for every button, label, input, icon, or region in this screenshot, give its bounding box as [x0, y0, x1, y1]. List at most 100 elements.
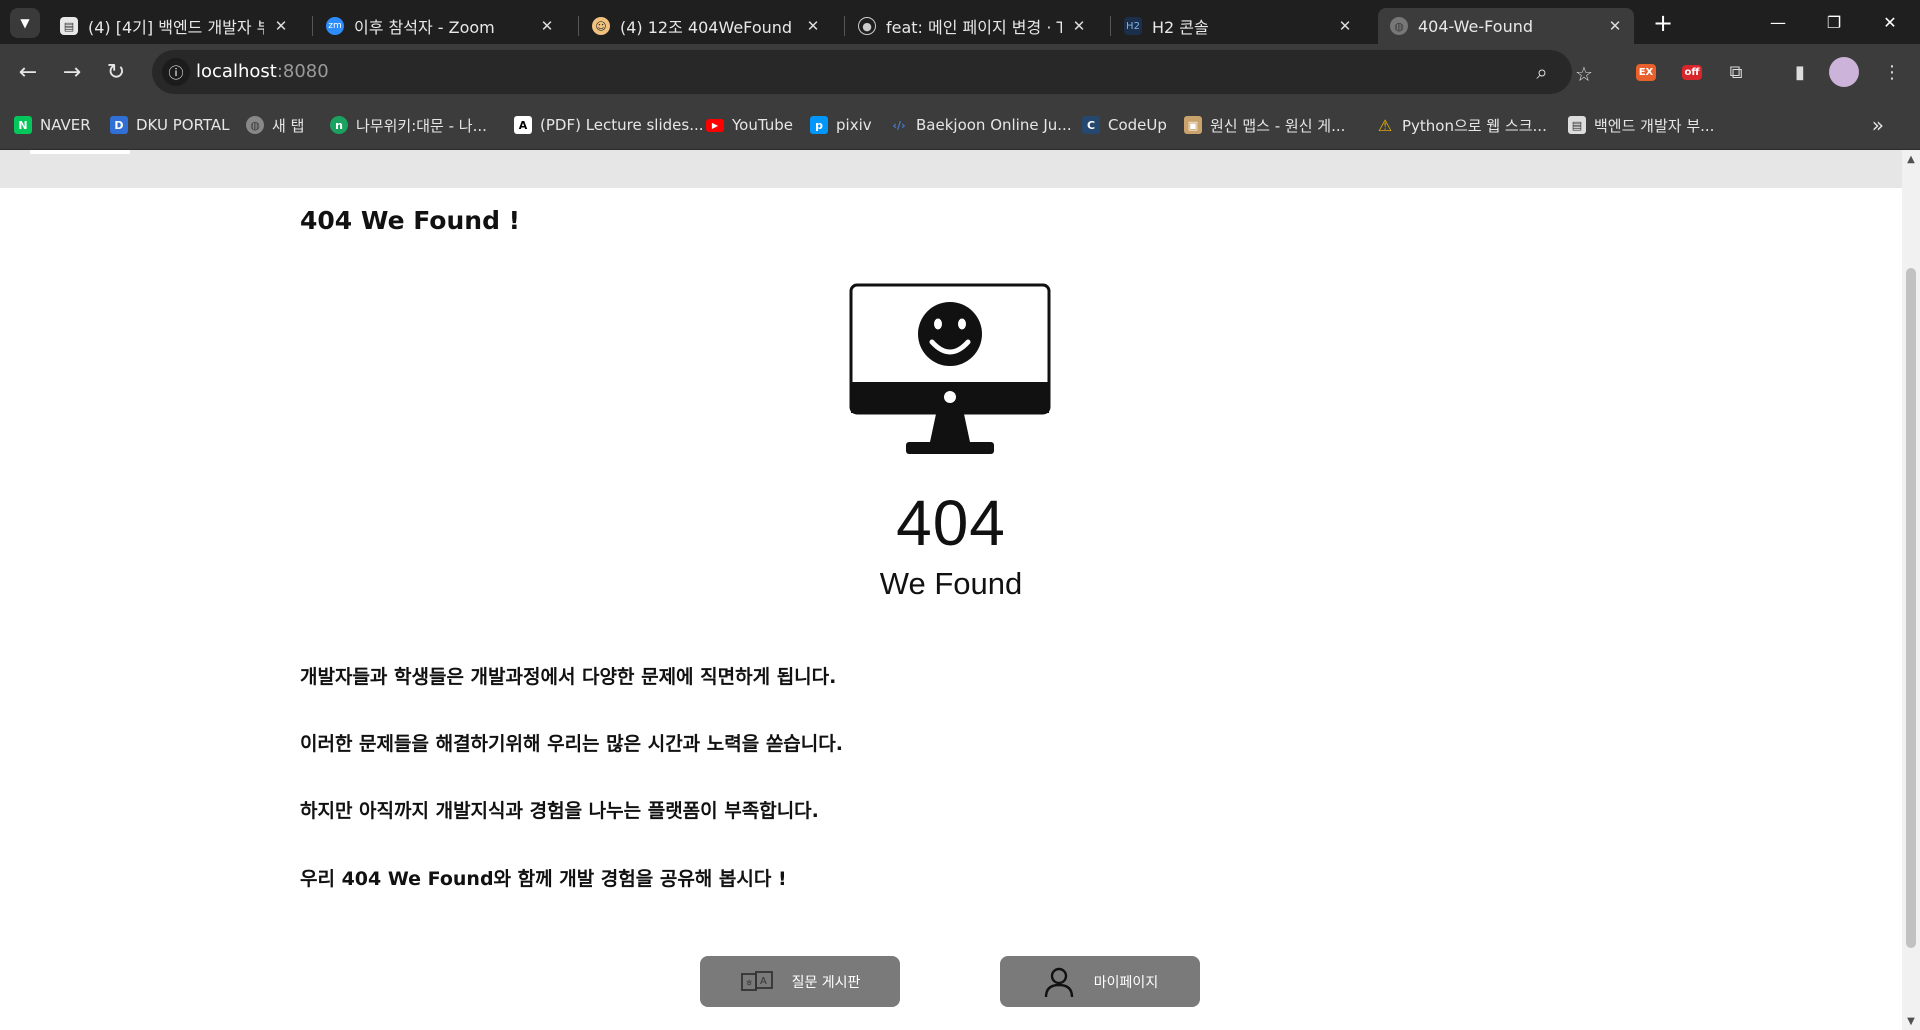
- my-page-label: 마이페이지: [1093, 974, 1159, 991]
- extension-off-icon[interactable]: off: [1676, 56, 1708, 88]
- intro-paragraph-1: 개발자들과 학생들은 개발과정에서 다양한 문제에 직면하게 됩니다.: [300, 666, 837, 688]
- github-icon: ●: [858, 17, 876, 35]
- new-tab-button[interactable]: +: [1650, 9, 1676, 37]
- extensions-puzzle-icon[interactable]: ⧉: [1720, 56, 1752, 88]
- question-board-button[interactable]: Aㅎ 질문 게시판: [700, 956, 900, 1007]
- doc-icon: ▤: [1568, 116, 1586, 134]
- tab-title: (4) 12조 404WeFound: [620, 18, 793, 37]
- close-icon[interactable]: ✕: [538, 17, 556, 35]
- bookmark-label: 나무위키:대문 - 나...: [356, 116, 487, 135]
- url-host: localhost: [196, 61, 277, 82]
- doc-icon: ▤: [60, 17, 78, 35]
- svg-text:ㅎ: ㅎ: [745, 979, 753, 989]
- bookmark-backend-dev[interactable]: ▤ 백엔드 개발자 부...: [1568, 113, 1714, 137]
- bookmark-genshin-maps[interactable]: ▣ 원신 맵스 - 원신 게...: [1184, 113, 1345, 137]
- bookmark-namuwiki[interactable]: n 나무위키:대문 - 나...: [330, 113, 487, 137]
- bookmark-codeup[interactable]: C CodeUp: [1082, 113, 1167, 137]
- tab-divider: [844, 16, 845, 36]
- page-scrollbar[interactable]: ▲ ▼: [1902, 150, 1920, 1030]
- tab-3[interactable]: ☺ (4) 12조 404WeFound ✕: [580, 8, 832, 44]
- tab-title: feat: 메인 페이지 변경 · Te: [886, 18, 1062, 37]
- bookmark-label: 백엔드 개발자 부...: [1594, 116, 1715, 135]
- side-panel-icon[interactable]: ▮: [1784, 56, 1816, 88]
- scrollbar-thumb[interactable]: [1906, 268, 1916, 948]
- bookmark-dku-portal[interactable]: D DKU PORTAL: [110, 113, 230, 137]
- error-code: 404: [896, 487, 1006, 559]
- bookmark-label: CodeUp: [1108, 116, 1167, 134]
- tab-2[interactable]: zm 이후 참석자 - Zoom ✕: [314, 8, 566, 44]
- namuwiki-icon: n: [330, 116, 348, 134]
- avatar[interactable]: [1828, 56, 1860, 88]
- site-info-icon[interactable]: ⓘ: [162, 58, 190, 86]
- tab-5[interactable]: H2 H2 콘솔 ✕: [1112, 8, 1364, 44]
- academia-icon: A: [514, 116, 532, 134]
- user-icon: [1042, 965, 1076, 999]
- close-icon[interactable]: ✕: [1336, 17, 1354, 35]
- bookmark-label: Python으로 웹 스크...: [1402, 116, 1547, 135]
- bookmark-label: NAVER: [40, 116, 91, 134]
- url-port: :8080: [276, 61, 329, 82]
- page-heading: 404 We Found !: [300, 206, 521, 235]
- bookmark-new-tab[interactable]: ◍ 새 탭: [246, 113, 304, 137]
- page-viewport: 404 We Found ! 404 We Found 개발자들과 학생들은 개…: [0, 150, 1902, 1030]
- codeup-icon: C: [1082, 116, 1100, 134]
- bookmark-python-scraping[interactable]: ⚠ Python으로 웹 스크...: [1376, 113, 1547, 137]
- bookmark-pixiv[interactable]: p pixiv: [810, 113, 872, 137]
- intro-paragraph-3: 하지만 아직까지 개발지식과 경험을 나누는 플랫폼이 부족합니다.: [300, 800, 819, 822]
- close-icon[interactable]: ✕: [1606, 17, 1624, 35]
- tab-title: (4) [4기] 백엔드 개발자 부: [88, 18, 264, 37]
- bookmarks-overflow-icon[interactable]: »: [1872, 113, 1884, 137]
- svg-text:A: A: [760, 976, 767, 987]
- url-text[interactable]: localhost:8080: [196, 61, 329, 82]
- tab-search-button[interactable]: ▼: [10, 8, 40, 38]
- tab-4[interactable]: ● feat: 메인 페이지 변경 · Te ✕: [846, 8, 1098, 44]
- browser-toolbar: ← → ↻ ⓘ localhost:8080 ⌕ ☆ EX off ⧉ ▮ ⋮: [0, 44, 1920, 100]
- my-page-button[interactable]: 마이페이지: [1000, 956, 1200, 1007]
- intro-paragraph-4: 우리 404 We Found와 함께 개발 경험을 공유해 봅시다 !: [300, 868, 787, 890]
- bookmark-naver[interactable]: N NAVER: [14, 113, 91, 137]
- tab-divider: [312, 16, 313, 36]
- menu-kebab-icon[interactable]: ⋮: [1876, 56, 1908, 88]
- scroll-down-arrow-icon[interactable]: ▼: [1902, 1012, 1920, 1030]
- tab-strip: ▼ ▤ (4) [4기] 백엔드 개발자 부 ✕ zm 이후 참석자 - Zoo…: [0, 0, 1920, 44]
- forward-arrow-icon[interactable]: →: [56, 56, 88, 88]
- bookmark-label: 원신 맵스 - 원신 게...: [1210, 116, 1346, 135]
- pixiv-icon: p: [810, 116, 828, 134]
- minimize-button[interactable]: —: [1750, 0, 1806, 44]
- scroll-up-arrow-icon[interactable]: ▲: [1902, 150, 1920, 168]
- tab-divider: [1110, 16, 1111, 36]
- tab-1[interactable]: ▤ (4) [4기] 백엔드 개발자 부 ✕: [48, 8, 300, 44]
- bookmark-label: DKU PORTAL: [136, 116, 230, 134]
- restore-button[interactable]: ❐: [1806, 0, 1862, 44]
- header-strip-indicator: [30, 150, 130, 154]
- bookmark-label: (PDF) Lecture slides...: [540, 116, 704, 134]
- close-window-button[interactable]: ✕: [1862, 0, 1918, 44]
- dku-icon: D: [110, 116, 128, 134]
- bookmark-baekjoon[interactable]: ‹/› Baekjoon Online Ju...: [890, 113, 1072, 137]
- naver-icon: N: [14, 116, 32, 134]
- bookmark-label: Baekjoon Online Ju...: [916, 116, 1072, 134]
- question-board-label: 질문 게시판: [791, 974, 861, 991]
- bookmark-lecture-slides[interactable]: A (PDF) Lecture slides...: [514, 113, 704, 137]
- tab-title: 404-We-Found: [1418, 16, 1534, 36]
- close-icon[interactable]: ✕: [272, 17, 290, 35]
- error-subtitle: We Found: [879, 566, 1023, 601]
- zoom-magnifier-icon[interactable]: ⌕: [1530, 60, 1554, 84]
- bookmark-youtube[interactable]: ▶ YouTube: [706, 113, 793, 137]
- warning-icon: ⚠: [1377, 115, 1393, 135]
- image-icon: ▣: [1184, 116, 1202, 134]
- tab-divider: [578, 16, 579, 36]
- reload-icon[interactable]: ↻: [100, 56, 132, 88]
- monitor-smile-icon: [849, 283, 1051, 454]
- address-bar[interactable]: ⓘ localhost:8080 ⌕: [152, 50, 1572, 94]
- tab-active[interactable]: ◍ 404-We-Found ✕: [1378, 8, 1634, 44]
- extension-ex-icon[interactable]: EX: [1630, 56, 1662, 88]
- bookmark-star-icon[interactable]: ☆: [1572, 62, 1596, 86]
- header-strip: [0, 150, 1902, 188]
- globe-icon: ◍: [1390, 17, 1408, 35]
- intro-paragraph-2: 이러한 문제들을 해결하기위해 우리는 많은 시간과 노력을 쏟습니다.: [300, 733, 843, 755]
- h2-icon: H2: [1124, 17, 1142, 35]
- back-arrow-icon[interactable]: ←: [12, 56, 44, 88]
- close-icon[interactable]: ✕: [1070, 17, 1088, 35]
- close-icon[interactable]: ✕: [804, 17, 822, 35]
